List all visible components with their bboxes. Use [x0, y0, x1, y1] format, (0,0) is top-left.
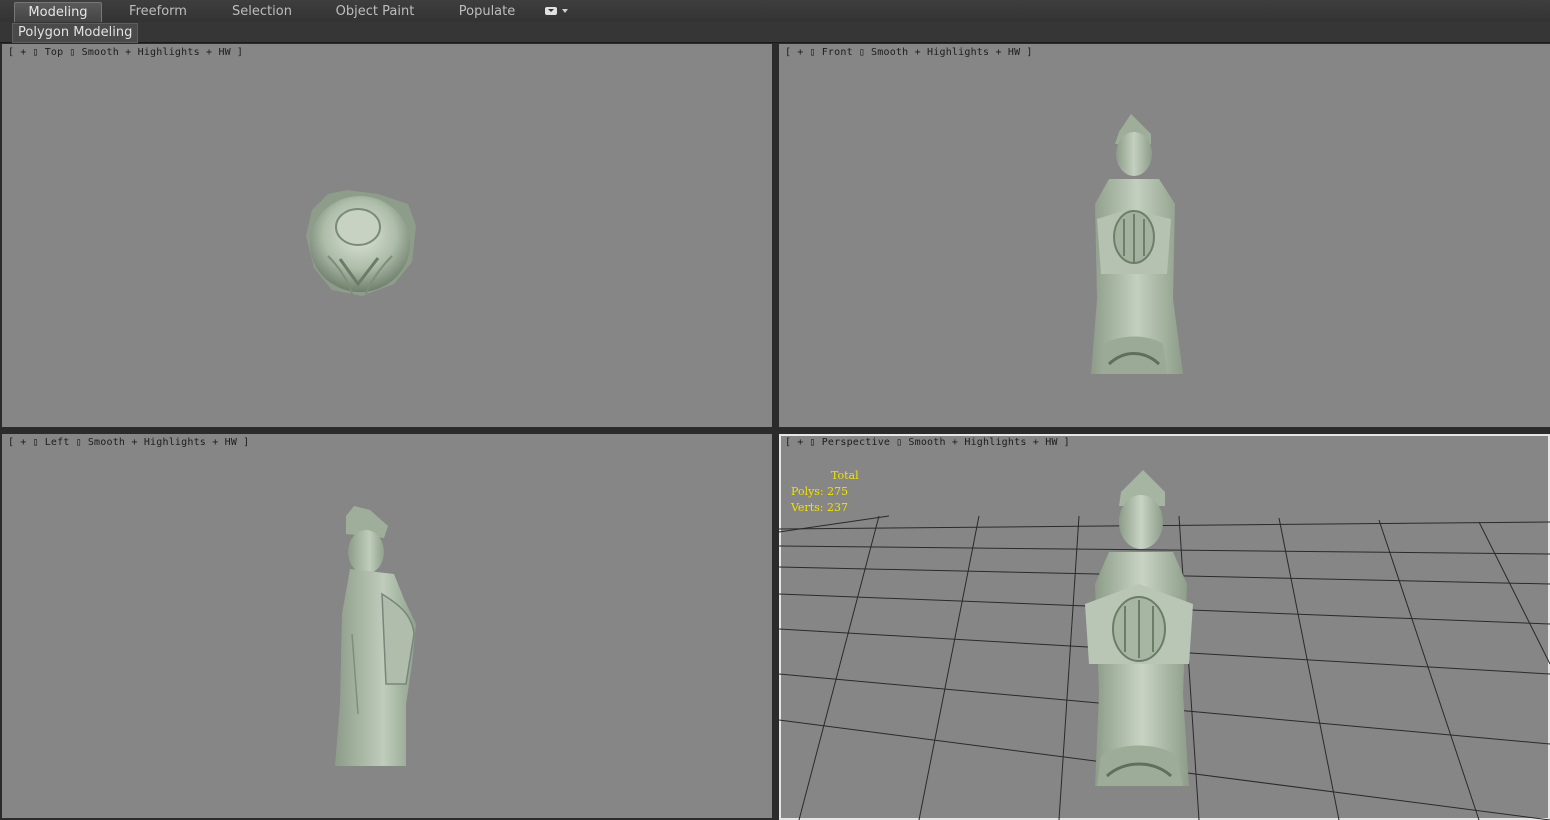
- ribbon-options-dropdown[interactable]: [545, 6, 569, 17]
- tab-populate[interactable]: Populate: [452, 2, 522, 21]
- statue-perspective-view: [1085, 470, 1193, 786]
- statue-left-view: [335, 506, 416, 766]
- viewport-left[interactable]: [+ ▯ Left ▯ Smooth + Highlights + HW]: [2, 434, 772, 818]
- stats-verts-row: Verts: 237: [791, 500, 859, 516]
- ribbon-tabs: Modeling Freeform Selection Object Paint…: [0, 0, 1550, 23]
- stats-verts-value: 237: [826, 501, 848, 514]
- viewport-perspective[interactable]: [+ ▯ Perspective ▯ Smooth + Highlights + HW]: [779, 434, 1550, 820]
- polygon-modeling-panel-button[interactable]: Polygon Modeling: [12, 23, 139, 43]
- ribbon-options-icon: [545, 7, 557, 15]
- stats-polys-value: 275: [827, 485, 849, 498]
- stats-polys-row: Polys: 275: [791, 484, 859, 500]
- tab-modeling[interactable]: Modeling: [14, 2, 102, 22]
- statue-top-view: [306, 190, 416, 296]
- chevron-down-icon: [562, 9, 568, 13]
- viewport-top[interactable]: [+ ▯ Top ▯ Smooth + Highlights + HW]: [2, 44, 772, 427]
- stats-title: Total: [831, 469, 859, 482]
- statue-front-view: [1091, 114, 1183, 374]
- tab-freeform[interactable]: Freeform: [116, 2, 200, 21]
- stats-verts-label: Verts:: [791, 501, 824, 514]
- viewport-front[interactable]: [+ ▯ Front ▯ Smooth + Highlights + HW]: [779, 44, 1550, 427]
- stats-polys-label: Polys:: [791, 485, 824, 498]
- viewport-statistics: Total Polys: 275 Verts: 237: [791, 468, 859, 516]
- ribbon-panel-bar: Polygon Modeling: [0, 22, 1550, 43]
- tab-object-paint[interactable]: Object Paint: [330, 2, 420, 21]
- tab-selection[interactable]: Selection: [222, 2, 302, 21]
